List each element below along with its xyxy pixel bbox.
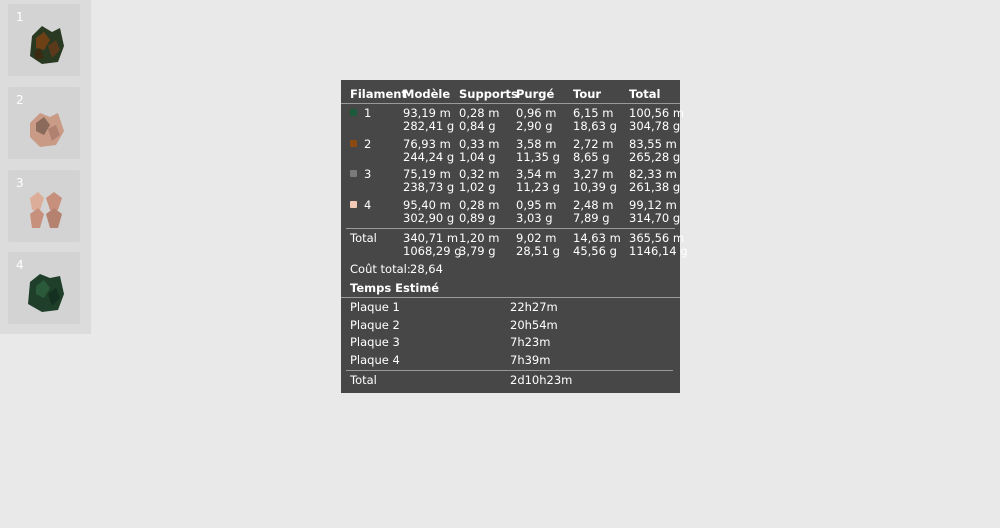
total-length: 82,33 m xyxy=(629,167,677,181)
purge-length: 0,95 m xyxy=(516,198,557,212)
tower-weight: 45,56 g xyxy=(573,244,617,258)
total-cost-value: 28,64 xyxy=(410,262,443,276)
filament-color-swatch xyxy=(350,109,357,116)
tower-weight: 18,63 g xyxy=(573,119,617,133)
model-length: 76,93 m xyxy=(403,137,451,151)
plate-thumbnail-4[interactable]: 4 xyxy=(8,252,80,324)
model-length: 93,19 m xyxy=(403,106,451,120)
tower-length: 14,63 m xyxy=(573,231,621,245)
supports-length: 0,33 m xyxy=(459,137,500,151)
purge-length: 9,02 m xyxy=(516,231,557,245)
plate-thumbnail-1[interactable]: 1 xyxy=(8,4,80,76)
model-length: 95,40 m xyxy=(403,198,451,212)
col-header-tower: Tour xyxy=(573,87,602,101)
time-total-divider xyxy=(346,370,673,371)
model-weight: 1068,29 g xyxy=(403,244,462,258)
total-length: 83,55 m xyxy=(629,137,677,151)
plate-thumbnail-2[interactable]: 2 xyxy=(8,87,80,159)
tower-length: 2,48 m xyxy=(573,198,614,212)
filament-color-swatch xyxy=(350,140,357,147)
model-weight: 238,73 g xyxy=(403,180,455,194)
tower-length: 2,72 m xyxy=(573,137,614,151)
filament-id: 3 xyxy=(364,167,372,181)
col-header-model: Modèle xyxy=(403,87,451,101)
model-preview-icon xyxy=(30,113,64,147)
total-cost-label: Coût total: xyxy=(350,262,411,276)
supports-length: 0,28 m xyxy=(459,198,500,212)
purge-weight: 11,23 g xyxy=(516,180,560,194)
header-divider xyxy=(341,103,680,104)
supports-weight: 1,04 g xyxy=(459,150,496,164)
total-length: 365,56 m xyxy=(629,231,685,245)
filament-id: 2 xyxy=(364,137,372,151)
totals-divider xyxy=(346,228,675,229)
time-header-divider xyxy=(341,297,680,298)
model-preview-icon xyxy=(30,192,62,228)
total-weight: 1146,14 g xyxy=(629,244,688,258)
purge-weight: 11,35 g xyxy=(516,150,560,164)
estimated-time-header: Temps Estimé xyxy=(350,281,440,295)
tower-weight: 8,65 g xyxy=(573,150,610,164)
plate-list: 1 2 3 4 xyxy=(0,0,91,334)
filament-color-swatch xyxy=(350,201,357,208)
plate-time-value-4: 7h39m xyxy=(510,353,551,367)
supports-length: 0,32 m xyxy=(459,167,500,181)
tower-weight: 7,89 g xyxy=(573,211,610,225)
model-length: 340,71 m xyxy=(403,231,459,245)
time-total-value: 2d10h23m xyxy=(510,373,573,387)
supports-weight: 0,84 g xyxy=(459,119,496,133)
plate-time-value-3: 7h23m xyxy=(510,335,551,349)
total-weight: 314,70 g xyxy=(629,211,681,225)
total-weight: 261,38 g xyxy=(629,180,681,194)
plate-time-value-1: 22h27m xyxy=(510,300,558,314)
supports-weight: 0,89 g xyxy=(459,211,496,225)
tower-length: 3,27 m xyxy=(573,167,614,181)
model-preview-icon xyxy=(28,274,64,312)
filament-color-swatch xyxy=(350,170,357,177)
total-row-label: Total xyxy=(350,231,377,245)
plate-thumbnail-3[interactable]: 3 xyxy=(8,170,80,242)
total-weight: 304,78 g xyxy=(629,119,681,133)
plate-time-label-4: Plaque 4 xyxy=(350,353,400,367)
purge-weight: 28,51 g xyxy=(516,244,560,258)
plate-time-label-3: Plaque 3 xyxy=(350,335,400,349)
supports-length: 1,20 m xyxy=(459,231,500,245)
supports-weight: 1,02 g xyxy=(459,180,496,194)
col-header-supports: Supports xyxy=(459,87,518,101)
filament-id: 4 xyxy=(364,198,372,212)
supports-weight: 3,79 g xyxy=(459,244,496,258)
col-header-total: Total xyxy=(629,87,661,101)
supports-length: 0,28 m xyxy=(459,106,500,120)
model-weight: 302,90 g xyxy=(403,211,455,225)
tower-weight: 10,39 g xyxy=(573,180,617,194)
total-length: 99,12 m xyxy=(629,198,677,212)
tower-length: 6,15 m xyxy=(573,106,614,120)
filament-id: 1 xyxy=(364,106,372,120)
model-weight: 282,41 g xyxy=(403,119,455,133)
total-length: 100,56 m xyxy=(629,106,685,120)
model-weight: 244,24 g xyxy=(403,150,455,164)
time-total-label: Total xyxy=(350,373,377,387)
slice-statistics-panel: Filament Modèle Supports Purgé Tour Tota… xyxy=(341,80,688,393)
purge-length: 0,96 m xyxy=(516,106,557,120)
col-header-purge: Purgé xyxy=(516,87,555,101)
plate-time-label-1: Plaque 1 xyxy=(350,300,400,314)
purge-weight: 3,03 g xyxy=(516,211,553,225)
model-length: 75,19 m xyxy=(403,167,451,181)
purge-length: 3,58 m xyxy=(516,137,557,151)
plate-time-label-2: Plaque 2 xyxy=(350,318,400,332)
total-weight: 265,28 g xyxy=(629,150,681,164)
model-preview-icon xyxy=(30,26,64,64)
col-header-filament: Filament xyxy=(350,87,407,101)
purge-length: 3,54 m xyxy=(516,167,557,181)
purge-weight: 2,90 g xyxy=(516,119,553,133)
plate-time-value-2: 20h54m xyxy=(510,318,558,332)
